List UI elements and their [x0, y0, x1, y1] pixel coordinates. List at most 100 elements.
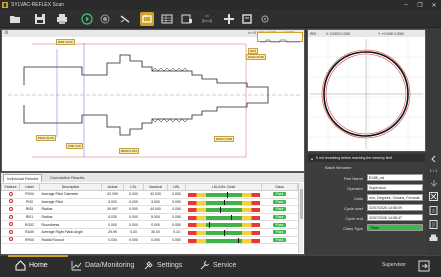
target-button[interactable]: [222, 12, 236, 26]
column-header[interactable]: Label: [19, 183, 40, 191]
lsl-cell: 0.000: [123, 213, 144, 222]
roundness-header: RE5 X: 0.0000 0.0000 Y: +0.0000 0.0000: [308, 30, 425, 37]
label-cell: RA00: [19, 228, 40, 237]
feature-type-icon: [8, 222, 13, 227]
nav-settings[interactable]: Settings: [142, 258, 182, 273]
cycle-start-label: Cycle start: [344, 206, 363, 211]
operator-field[interactable]: Supervisor: [367, 184, 423, 191]
scrollbar-thumb[interactable]: [300, 189, 303, 219]
batch-counter: 1 / 1: [429, 168, 438, 173]
export-file-button[interactable]: [428, 219, 439, 230]
actual-cell: 5.030: [101, 213, 124, 222]
column-header[interactable]: Nominal: [143, 183, 168, 191]
next-down-button[interactable]: [428, 177, 439, 188]
dimension-tag[interactable]: RA00 29.99: [246, 54, 266, 60]
collapse-button[interactable]: [428, 153, 439, 164]
play-button[interactable]: [80, 12, 94, 26]
actual-marker: [230, 214, 232, 220]
dimension-tag[interactable]: RI05 40.00: [56, 39, 75, 45]
label-cell: PI00: [19, 198, 40, 207]
dimension-tag[interactable]: PD04 42.09: [36, 135, 56, 141]
tolerance-chart-cell: [185, 220, 262, 229]
settings-button[interactable]: [258, 12, 272, 26]
lsl-cell: 0.00: [123, 228, 144, 237]
roundness-x-readout: X: 0.0000 0.0000: [326, 31, 351, 36]
measure-button[interactable]: [200, 12, 214, 26]
print-button[interactable]: [55, 12, 69, 26]
class-cell: Pass: [261, 198, 298, 207]
class-cell: Pass: [261, 190, 298, 199]
actual-marker: [219, 207, 221, 213]
description-cell: Roundness: [39, 220, 102, 229]
actual-marker: [209, 222, 211, 228]
feature-type-icon: [8, 214, 13, 219]
nav-data-monitoring[interactable]: Data/Monitoring: [70, 258, 134, 273]
nominal-cell: 40.000: [143, 205, 168, 214]
minimize-button[interactable]: –: [400, 0, 412, 10]
wand-button[interactable]: [118, 12, 132, 26]
dimension-tag[interactable]: RR00 0.034: [119, 148, 140, 154]
table-row[interactable]: RI05 Radius 39.997 0.000 40.000 0.050 Pass: [1, 205, 298, 214]
crop-button[interactable]: [240, 12, 254, 26]
cycle-end-label: Cycle end: [345, 216, 363, 221]
folder-open-button[interactable]: [8, 12, 22, 26]
nominal-cell: 5.000: [143, 213, 168, 222]
dimension-tag[interactable]: RG02 0.000: [214, 136, 235, 142]
description-cell: Average Right Flank Angle: [39, 228, 102, 237]
record-button[interactable]: [98, 12, 112, 26]
pass-badge: Pass: [272, 237, 287, 242]
table-row[interactable]: PI00 Average Pitch 3.000 0.000 3.000 0.050 Pas…: [1, 198, 298, 207]
description-cell: Radius: [39, 213, 102, 222]
close-batch-button[interactable]: [428, 191, 439, 202]
description-cell: Average Pitch Diameter: [39, 190, 102, 199]
maximize-button[interactable]: ❐: [414, 0, 426, 10]
export-pdf-button[interactable]: [428, 205, 439, 216]
chart-button[interactable]: [180, 12, 194, 26]
folder-open-icon: [10, 16, 20, 23]
table-button[interactable]: [160, 12, 174, 26]
bottom-navigation: Home Data/Monitoring Settings Service Su…: [0, 255, 441, 274]
tab-cumulative-results[interactable]: Cumulative Results: [47, 174, 87, 182]
table-row[interactable]: RR00 Radial Runout 0.034 0.000 0.000 0.050 Pas…: [1, 236, 298, 245]
drawing-panel[interactable]: ⚙ x=+0.0000 0.0773 y=+0.0573 RI05 40.00 …: [1, 29, 305, 172]
tolerance-chart-cell: [185, 228, 262, 237]
pass-badge: Pass: [272, 199, 287, 204]
nav-service[interactable]: Service: [198, 258, 236, 273]
class-cell: Pass: [261, 236, 298, 245]
gear-icon[interactable]: ⚙: [4, 30, 8, 36]
tab-individual-results[interactable]: Individual Results: [3, 174, 43, 182]
roundness-panel[interactable]: RE5 X: 0.0000 0.0000 Y: +0.0000 0.0000: [307, 29, 426, 152]
column-header[interactable]: Feature: [1, 183, 20, 191]
target-icon: [224, 14, 234, 24]
roundness-plot: [308, 37, 425, 151]
table-row[interactable]: RA00 Average Right Flank Angle 29.99 0.00 30…: [1, 228, 298, 237]
class-cell: Pass: [261, 213, 298, 222]
column-header[interactable]: LSL: [123, 183, 144, 191]
actual-cell: 29.99: [101, 228, 124, 237]
table-row[interactable]: PD04 Average Pitch Diameter 42.099 0.000 42.…: [1, 190, 298, 199]
results-scrollbar[interactable]: [298, 183, 303, 253]
logout-button[interactable]: [418, 259, 430, 272]
save-button[interactable]: [33, 12, 47, 26]
close-window-button[interactable]: ✕: [428, 0, 440, 10]
nav-home[interactable]: Home: [14, 258, 48, 273]
refresh-button[interactable]: [140, 12, 154, 26]
table-row[interactable]: RI01 Radius 5.030 0.000 5.000 0.050 Pass: [1, 213, 298, 222]
column-header[interactable]: USL: [167, 183, 186, 191]
units-field[interactable]: mm, Degrees, Celsius, Formula: [367, 194, 423, 201]
column-header[interactable]: Actual: [101, 183, 124, 191]
print-report-button[interactable]: [428, 233, 439, 244]
description-cell: Average Pitch: [39, 198, 102, 207]
column-header[interactable]: Description: [39, 183, 102, 191]
lsl-cell: 0.000: [123, 236, 144, 245]
batch-info-panel: ▲ 5 not remaining before reaching the me…: [307, 152, 426, 255]
part-name-field[interactable]: EX85_csl: [367, 174, 423, 181]
column-header[interactable]: Class: [261, 183, 298, 191]
actual-cell: 39.997: [101, 205, 124, 214]
close-box-icon: [429, 192, 438, 201]
table-row[interactable]: RG02 Roundness 0.000 0.000 0.000 0.050 Pass: [1, 220, 298, 229]
dimension-tag[interactable]: PI00 3.00: [66, 143, 83, 149]
column-header[interactable]: LSL/USL Chart: [185, 183, 262, 191]
tolerance-bar: [187, 208, 260, 213]
actual-cell: 0.000: [101, 220, 124, 229]
